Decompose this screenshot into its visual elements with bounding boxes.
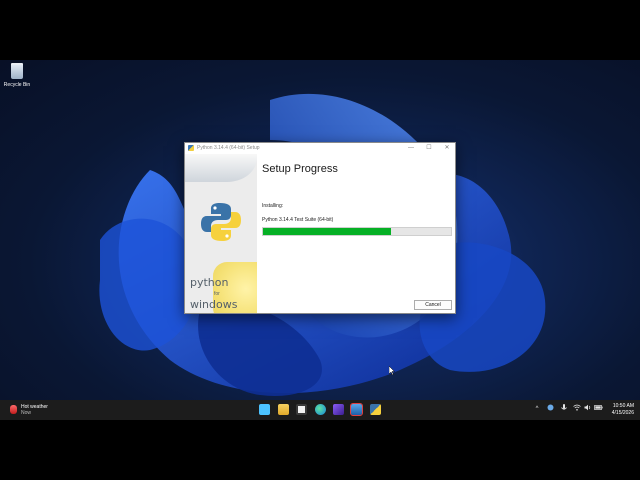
install-progress-bar [262,227,452,236]
recycle-bin-icon [11,63,23,79]
setup-window: Python 3.14.4 (64-bit) Setup — ☐ ✕ pytho… [184,142,456,314]
weather-icon [10,405,17,414]
weather-subtitle: Now [21,410,32,416]
recycle-bin-label: Recycle Bin [3,82,31,88]
file-explorer-icon[interactable] [278,404,289,415]
banner-shape-top [185,154,257,182]
cancel-button[interactable]: Cancel [414,300,452,310]
wifi-icon[interactable] [572,404,581,416]
store-icon[interactable] [296,404,307,415]
minimize-button[interactable]: — [405,144,417,152]
progress-fill [263,228,391,235]
installing-label: Installing: [262,203,284,209]
python-wordmark: python [190,276,229,289]
taskbar-clock[interactable]: 10:50 AM 4/15/2026 [600,403,640,417]
terminal-icon[interactable] [350,403,363,416]
show-hidden-icons-button[interactable]: ^ [533,404,541,415]
network-app-icon[interactable] [546,404,554,416]
python-installer-icon[interactable] [370,404,381,415]
python-app-icon [188,145,194,151]
volume-icon[interactable] [583,404,592,416]
python-logo-icon [201,203,241,241]
mouse-cursor-icon [389,366,395,375]
recycle-bin-shortcut[interactable]: Recycle Bin [2,63,32,88]
title-bar[interactable]: Python 3.14.4 (64-bit) Setup — ☐ ✕ [185,143,455,154]
clock-date: 4/15/2026 [611,410,634,416]
for-wordmark: for [214,291,220,297]
app-icon[interactable] [333,404,344,415]
edge-icon[interactable] [315,404,326,415]
windows-wordmark: windows [190,298,238,311]
microphone-icon[interactable] [560,404,568,417]
start-icon[interactable] [259,404,270,415]
current-install-item: Python 3.14.4 Test Suite (64-bit) [262,217,334,223]
maximize-button[interactable]: ☐ [423,144,435,152]
installer-banner: python for windows [185,154,257,313]
setup-progress-heading: Setup Progress [262,163,338,175]
screen: Recycle Bin Python 3.14.4 (64-bit) Setup… [0,0,640,480]
window-title: Python 3.14.4 (64-bit) Setup [197,145,260,151]
clock-time: 10:50 AM [612,403,634,409]
close-button[interactable]: ✕ [441,144,453,152]
